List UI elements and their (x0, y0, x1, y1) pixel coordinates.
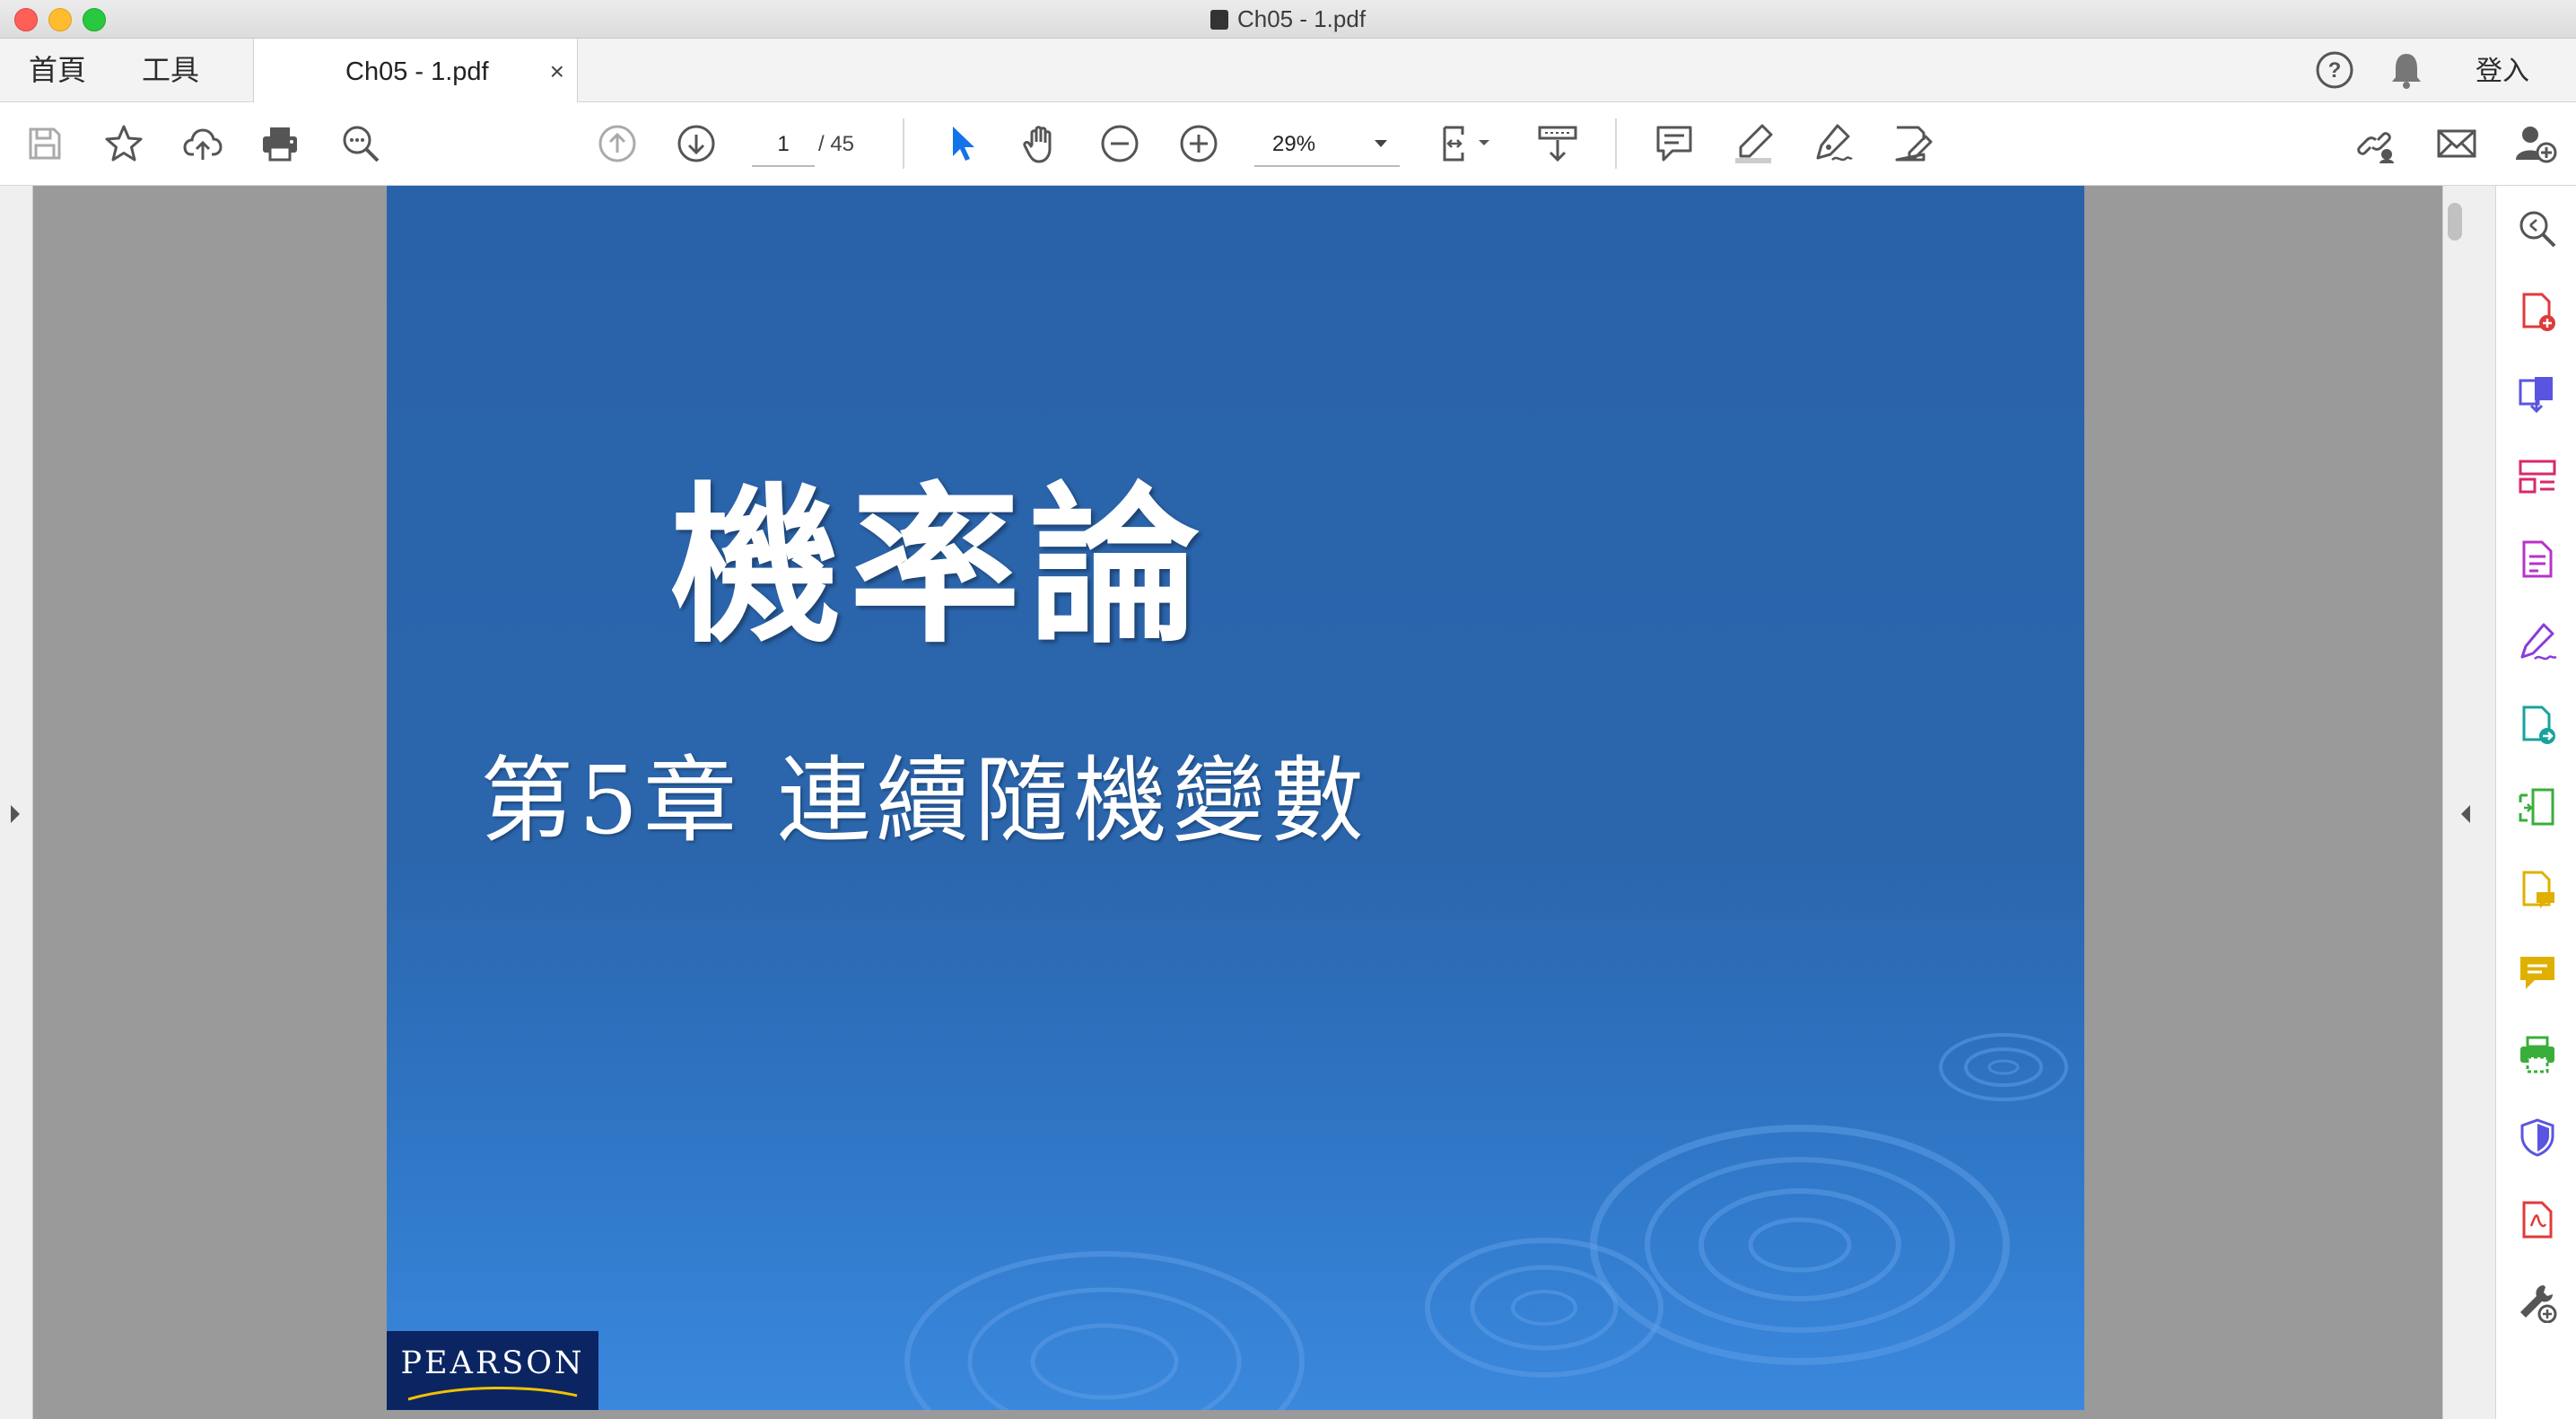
organize-pages-icon[interactable] (2514, 453, 2561, 500)
zoom-out-icon[interactable] (1093, 117, 1147, 171)
tab-document[interactable]: Ch05 - 1.pdf × (253, 39, 578, 102)
tab-close-button[interactable]: × (550, 39, 564, 105)
fit-page-icon[interactable] (1434, 117, 1498, 171)
zoom-in-icon[interactable] (1172, 117, 1226, 171)
help-icon[interactable]: ? (2308, 39, 2362, 101)
logo-swoosh-icon (407, 1386, 578, 1401)
comment-icon[interactable] (1647, 117, 1701, 171)
tools-side-panel (2495, 186, 2576, 1419)
next-page-icon[interactable] (669, 117, 723, 171)
search-zoom-icon[interactable] (2514, 206, 2561, 252)
pdf-page: 機率論 第5章 連續隨機變數 PEARSON (387, 186, 2084, 1410)
combine-files-icon[interactable] (2514, 371, 2561, 417)
toolbar-divider (903, 118, 904, 169)
create-pdf-icon[interactable] (2514, 288, 2561, 335)
zoom-select[interactable]: 29% (1254, 122, 1400, 167)
main-toolbar: 1 / 45 29% (0, 102, 2576, 186)
right-panel-toggle[interactable] (2442, 186, 2495, 1419)
tab-home[interactable]: 首頁 (29, 39, 86, 101)
print-icon[interactable] (253, 117, 307, 171)
bell-icon[interactable] (2380, 39, 2433, 101)
select-arrow-icon[interactable] (935, 117, 989, 171)
more-tools-icon[interactable] (2514, 1279, 2561, 1326)
page-total: / 45 (818, 132, 855, 156)
chevron-down-icon (1375, 140, 1387, 147)
publisher-name: PEARSON (400, 1345, 585, 1381)
find-zoom-icon[interactable] (334, 117, 388, 171)
document-subtitle: 第5章 連續隨機變數 (480, 746, 1370, 855)
scan-icon[interactable] (2514, 784, 2561, 830)
pdf-file-icon (1209, 10, 1228, 30)
fill-sign-icon[interactable] (2514, 618, 2561, 665)
highlight-icon[interactable] (1726, 117, 1780, 171)
compare-icon[interactable] (2514, 1196, 2561, 1243)
bookmark-star-icon[interactable] (97, 117, 151, 171)
upload-cloud-icon[interactable] (176, 117, 230, 171)
page-number-input[interactable]: 1 (752, 124, 815, 167)
tab-bar: 首頁 工具 Ch05 - 1.pdf × ? 登入 (0, 39, 2576, 102)
export-pdf-icon[interactable] (2514, 701, 2561, 748)
document-title: 機率論 (670, 466, 1209, 666)
vertical-scrollbar[interactable] (2448, 203, 2462, 241)
protect-icon[interactable] (2514, 1114, 2561, 1161)
window-title-area: Ch05 - 1.pdf (0, 0, 2576, 38)
svg-text:?: ? (2328, 58, 2342, 83)
publisher-logo: PEARSON (387, 1331, 598, 1410)
email-icon[interactable] (2430, 117, 2484, 171)
save-icon[interactable] (18, 117, 72, 171)
print-production-icon[interactable] (2514, 1031, 2561, 1078)
edit-icon[interactable] (1884, 117, 1938, 171)
login-link[interactable]: 登入 (2476, 39, 2529, 105)
comment-tool-icon[interactable] (2514, 866, 2561, 913)
edit-pdf-icon[interactable] (2514, 536, 2561, 582)
collapse-right-icon (2461, 805, 2470, 823)
left-panel-toggle[interactable] (0, 186, 33, 1419)
tab-tools[interactable]: 工具 (142, 39, 199, 101)
toolbar-divider (1615, 118, 1617, 169)
scroll-mode-icon[interactable] (1531, 117, 1585, 171)
sign-icon[interactable] (1805, 117, 1859, 171)
share-link-icon[interactable] (2347, 117, 2401, 171)
zoom-value: 29% (1272, 132, 1316, 156)
window-titlebar: Ch05 - 1.pdf (0, 0, 2576, 39)
expand-left-icon (11, 805, 20, 823)
send-comments-icon[interactable] (2514, 949, 2561, 995)
prev-page-icon[interactable] (590, 117, 644, 171)
window-title: Ch05 - 1.pdf (1236, 5, 1367, 32)
add-user-icon[interactable] (2509, 117, 2563, 171)
tab-document-label: Ch05 - 1.pdf (345, 57, 489, 86)
hand-icon[interactable] (1014, 117, 1068, 171)
